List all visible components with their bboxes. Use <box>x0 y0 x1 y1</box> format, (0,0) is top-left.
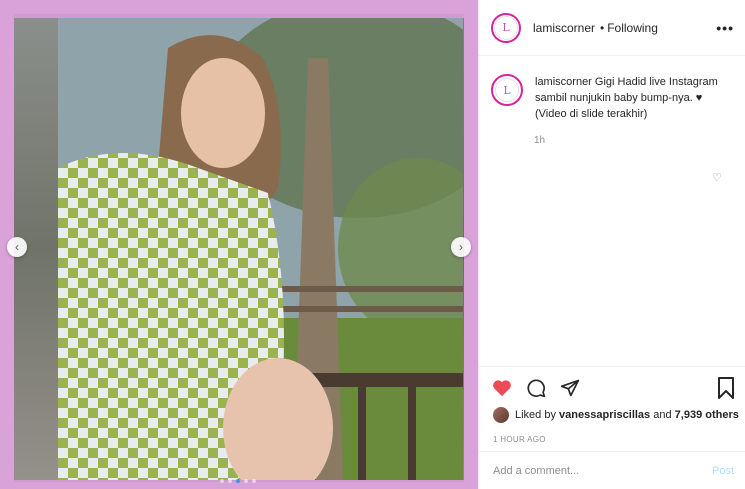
header-separator: • <box>600 20 605 35</box>
slide-indicator <box>220 479 256 483</box>
chevron-left-icon: ‹ <box>15 240 19 254</box>
post-sidebar: L lamiscorner • Following ••• L lamiscor… <box>478 0 745 489</box>
caption-avatar[interactable]: L <box>491 74 523 106</box>
post-media: ‹ › <box>0 0 478 489</box>
chevron-right-icon: › <box>459 240 463 254</box>
comment-button[interactable] <box>525 377 547 399</box>
caption-time[interactable]: 1h <box>534 135 545 146</box>
post-comment-button[interactable]: Post <box>712 465 734 477</box>
post-header: L lamiscorner • Following ••• <box>479 0 745 56</box>
liked-by-user[interactable]: vanessapriscillas <box>559 409 650 421</box>
caption-text-block: lamiscorner Gigi Hadid live Instagram sa… <box>535 74 736 122</box>
post-photo <box>58 18 463 480</box>
share-button[interactable] <box>559 377 581 399</box>
liked-by-prefix: Liked by <box>515 409 556 421</box>
following-button[interactable]: Following <box>607 21 658 35</box>
slide-dot-active <box>236 479 240 483</box>
heart-filled-icon <box>493 380 511 397</box>
more-options-icon[interactable]: ••• <box>716 20 734 36</box>
liked-by-and: and <box>653 409 672 421</box>
comment-icon <box>527 379 546 398</box>
previous-slide-button[interactable]: ‹ <box>7 237 27 257</box>
next-slide-button[interactable]: › <box>451 237 471 257</box>
avatar[interactable]: L <box>491 12 521 43</box>
caption-username[interactable]: lamiscorner <box>535 76 592 88</box>
send-icon <box>560 379 580 397</box>
like-button[interactable] <box>491 377 513 399</box>
bookmark-icon <box>718 377 734 399</box>
action-icons <box>491 377 581 399</box>
action-bar: Liked by vanessapriscillas and 7,939 oth… <box>479 366 745 444</box>
header-username[interactable]: lamiscorner <box>533 21 595 35</box>
liked-by-others[interactable]: 7,939 others <box>675 409 739 421</box>
avatar-logo: L <box>494 15 518 40</box>
comment-input[interactable] <box>491 463 712 478</box>
comment-box: Post <box>479 451 745 489</box>
slide-dot <box>252 479 256 483</box>
likes-summary: Liked by vanessapriscillas and 7,939 oth… <box>493 407 739 423</box>
slide-dot <box>244 479 248 483</box>
liker-avatar[interactable] <box>493 407 509 423</box>
avatar-logo: L <box>495 78 519 102</box>
caption: L lamiscorner Gigi Hadid live Instagram … <box>491 74 736 122</box>
save-button[interactable] <box>717 377 735 404</box>
comment-like-icon[interactable]: ♡ <box>712 171 722 184</box>
slide-dot <box>228 479 232 483</box>
slide-dot <box>220 479 224 483</box>
photo-illustration <box>58 18 463 480</box>
post-timestamp[interactable]: 1 HOUR AGO <box>493 435 546 444</box>
